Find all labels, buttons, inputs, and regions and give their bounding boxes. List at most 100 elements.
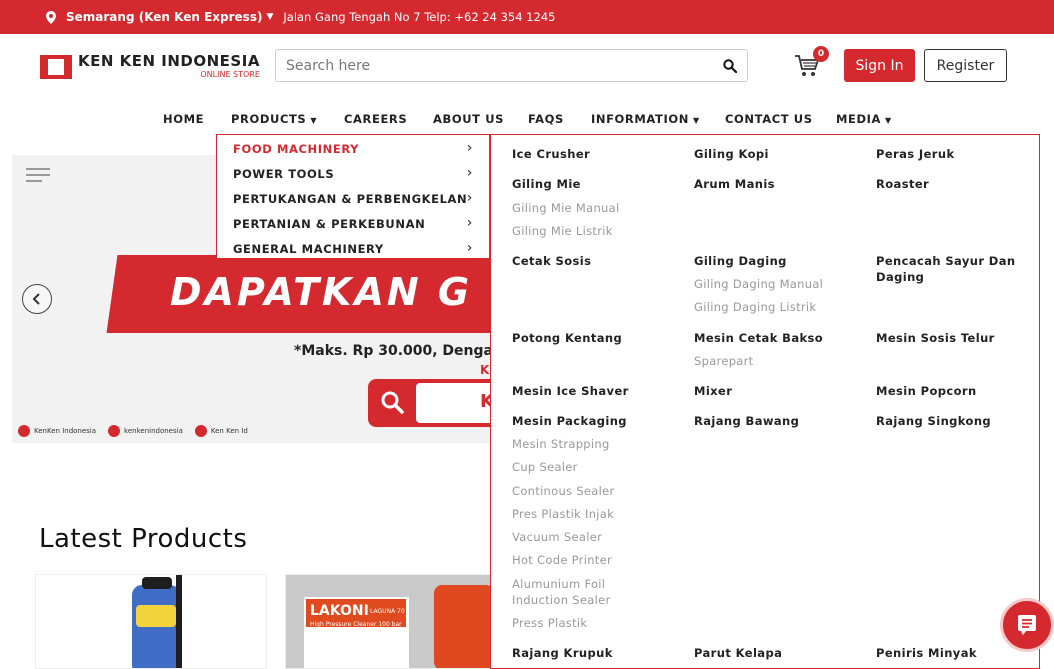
top-bar: Semarang (Ken Ken Express) ▼ Jalan Gang … — [0, 0, 1054, 34]
search-button[interactable] — [713, 50, 747, 81]
category-rajang-singkong[interactable]: Rajang Singkong — [876, 413, 991, 429]
subcategory-alumunium-foil[interactable]: Alumunium Foil Induction Sealer — [512, 576, 632, 608]
category-peniris-minyak[interactable]: Peniris Minyak — [876, 645, 977, 661]
facebook-icon — [194, 425, 207, 437]
category-ice-crusher[interactable]: Ice Crusher — [512, 146, 590, 162]
subcategory-continous-sealer[interactable]: Continous Sealer — [512, 483, 615, 499]
location-selector[interactable]: Semarang (Ken Ken Express) — [66, 10, 262, 24]
category-parut-kelapa[interactable]: Parut Kelapa — [694, 645, 782, 661]
chevron-right-icon: › — [466, 140, 473, 156]
category-pencacah-sayur[interactable]: Pencacah Sayur Dan Daging — [876, 253, 1016, 285]
cart-count-badge: 0 — [813, 46, 829, 62]
category-mixer[interactable]: Mixer — [694, 383, 732, 399]
chevron-left-icon — [32, 293, 40, 305]
submenu-item-food-machinery[interactable]: FOOD MACHINERY › — [233, 140, 473, 156]
magnifier-icon — [381, 391, 404, 414]
chevron-right-icon: › — [466, 190, 473, 206]
logo-title: KEN KEN INDONESIA — [78, 52, 260, 70]
category-giling-daging[interactable]: Giling Daging — [694, 253, 787, 269]
category-mesin-sosis-telur[interactable]: Mesin Sosis Telur — [876, 330, 995, 346]
category-arum-manis[interactable]: Arum Manis — [694, 176, 775, 192]
chevron-right-icon: › — [466, 165, 473, 181]
subcategory-mesin-strapping[interactable]: Mesin Strapping — [512, 436, 610, 452]
subcategory-giling-daging-listrik[interactable]: Giling Daging Listrik — [694, 299, 816, 315]
nav-home[interactable]: HOME — [163, 112, 204, 126]
logo-subtitle: ONLINE STORE — [200, 70, 260, 79]
product-model: LAGUNA 70 — [370, 608, 405, 615]
submenu-item-general-machinery[interactable]: GENERAL MACHINERY › — [233, 240, 473, 256]
submenu-item-power-tools[interactable]: POWER TOOLS › — [233, 165, 473, 181]
chat-button[interactable] — [1000, 598, 1054, 652]
banner-headline: DAPATKAN G — [170, 270, 473, 314]
social-youtube-label: KenKen Indonesia — [34, 427, 97, 435]
category-giling-mie[interactable]: Giling Mie — [512, 176, 581, 192]
instagram-icon — [108, 425, 121, 437]
cart-button[interactable]: 0 — [794, 46, 829, 80]
nav-media[interactable]: MEDIA ▼ — [836, 112, 892, 126]
category-giling-kopi[interactable]: Giling Kopi — [694, 146, 769, 162]
subcategory-vacuum-sealer[interactable]: Vacuum Sealer — [512, 529, 602, 545]
food-machinery-megamenu: Ice Crusher Giling Mie Giling Mie Manual… — [490, 134, 1040, 669]
subcategory-giling-mie-manual[interactable]: Giling Mie Manual — [512, 200, 619, 216]
category-mesin-packaging[interactable]: Mesin Packaging — [512, 413, 627, 429]
submenu-item-pertukangan[interactable]: PERTUKANGAN & PERBENGKELAN › — [233, 190, 473, 206]
nav-careers[interactable]: CAREERS — [344, 112, 407, 126]
products-submenu: FOOD MACHINERY › POWER TOOLS › PERTUKANGAN… — [216, 134, 490, 259]
logo[interactable]: KEN KEN INDONESIA ONLINE STORE — [40, 54, 260, 79]
category-mesin-cetak-bakso[interactable]: Mesin Cetak Bakso — [694, 330, 823, 346]
nav-products[interactable]: PRODUCTS ▼ — [231, 112, 317, 126]
logo-mark-icon — [40, 54, 72, 79]
hamburger-icon[interactable] — [26, 167, 50, 183]
product-desc: High Pressure Cleaner 100 bar — [310, 621, 402, 628]
nav-information[interactable]: INFORMATION ▼ — [591, 112, 700, 126]
store-address: Jalan Gang Tengah No 7 Telp: +62 24 354 … — [283, 10, 556, 24]
category-roaster[interactable]: Roaster — [876, 176, 929, 192]
banner-subline-2: K — [480, 363, 490, 377]
banner-subline: *Maks. Rp 30.000, Denga — [294, 343, 492, 359]
category-mesin-ice-shaver[interactable]: Mesin Ice Shaver — [512, 383, 629, 399]
subcategory-giling-mie-listrik[interactable]: Giling Mie Listrik — [512, 223, 613, 239]
submenu-item-pertanian[interactable]: PERTANIAN & PERKEBUNAN › — [233, 215, 473, 231]
subcategory-sparepart[interactable]: Sparepart — [694, 353, 753, 369]
chevron-right-icon: › — [466, 215, 473, 231]
message-icon — [1018, 615, 1036, 635]
subcategory-hot-code-printer[interactable]: Hot Code Printer — [512, 552, 612, 568]
product-card[interactable]: LAKONI LAGUNA 70 High Pressure Cleaner 1… — [285, 574, 495, 669]
caret-down-icon: ▼ — [310, 116, 318, 125]
sign-in-button[interactable]: Sign In — [844, 49, 915, 82]
location-pin-icon — [46, 10, 56, 24]
caret-down-icon: ▼ — [885, 116, 892, 125]
nav-faqs[interactable]: FAQS — [528, 112, 564, 126]
youtube-icon — [18, 425, 30, 437]
nav-about[interactable]: ABOUT US — [433, 112, 504, 126]
search-icon — [723, 58, 737, 73]
banner-search-graphic: K — [368, 379, 492, 427]
main-nav: HOME PRODUCTS ▼ CAREERS ABOUT US FAQS INF… — [0, 108, 1054, 132]
category-mesin-popcorn[interactable]: Mesin Popcorn — [876, 383, 977, 399]
category-rajang-krupuk[interactable]: Rajang Krupuk — [512, 645, 613, 661]
product-brand: LAKONI — [310, 603, 369, 619]
pressure-washer-image — [132, 575, 182, 668]
social-instagram-label: kenkenindonesia — [124, 427, 183, 435]
caret-down-icon[interactable]: ▼ — [266, 12, 273, 22]
subcategory-press-plastik[interactable]: Press Plastik — [512, 615, 587, 631]
search-bar — [275, 49, 748, 82]
register-button[interactable]: Register — [924, 49, 1007, 82]
latest-products-title: Latest Products — [39, 524, 248, 554]
category-cetak-sosis[interactable]: Cetak Sosis — [512, 253, 591, 269]
caret-down-icon: ▼ — [692, 116, 700, 125]
carousel-prev-button[interactable] — [22, 284, 52, 314]
subcategory-cup-sealer[interactable]: Cup Sealer — [512, 459, 578, 475]
chevron-right-icon: › — [466, 240, 473, 256]
category-potong-kentang[interactable]: Potong Kentang — [512, 330, 622, 346]
nav-contact[interactable]: CONTACT US — [725, 112, 813, 126]
header: KEN KEN INDONESIA ONLINE STORE 0 Sign In… — [0, 34, 1054, 100]
search-input[interactable] — [276, 50, 713, 81]
subcategory-pres-plastik-injak[interactable]: Pres Plastik Injak — [512, 506, 614, 522]
social-facebook-label: Ken Ken Id — [210, 427, 248, 435]
product-card[interactable] — [35, 574, 267, 669]
banner-socials: KenKen Indonesia kenkenindonesia Ken Ken… — [18, 425, 260, 437]
subcategory-giling-daging-manual[interactable]: Giling Daging Manual — [694, 276, 823, 292]
category-rajang-bawang[interactable]: Rajang Bawang — [694, 413, 799, 429]
category-peras-jeruk[interactable]: Peras Jeruk — [876, 146, 955, 162]
